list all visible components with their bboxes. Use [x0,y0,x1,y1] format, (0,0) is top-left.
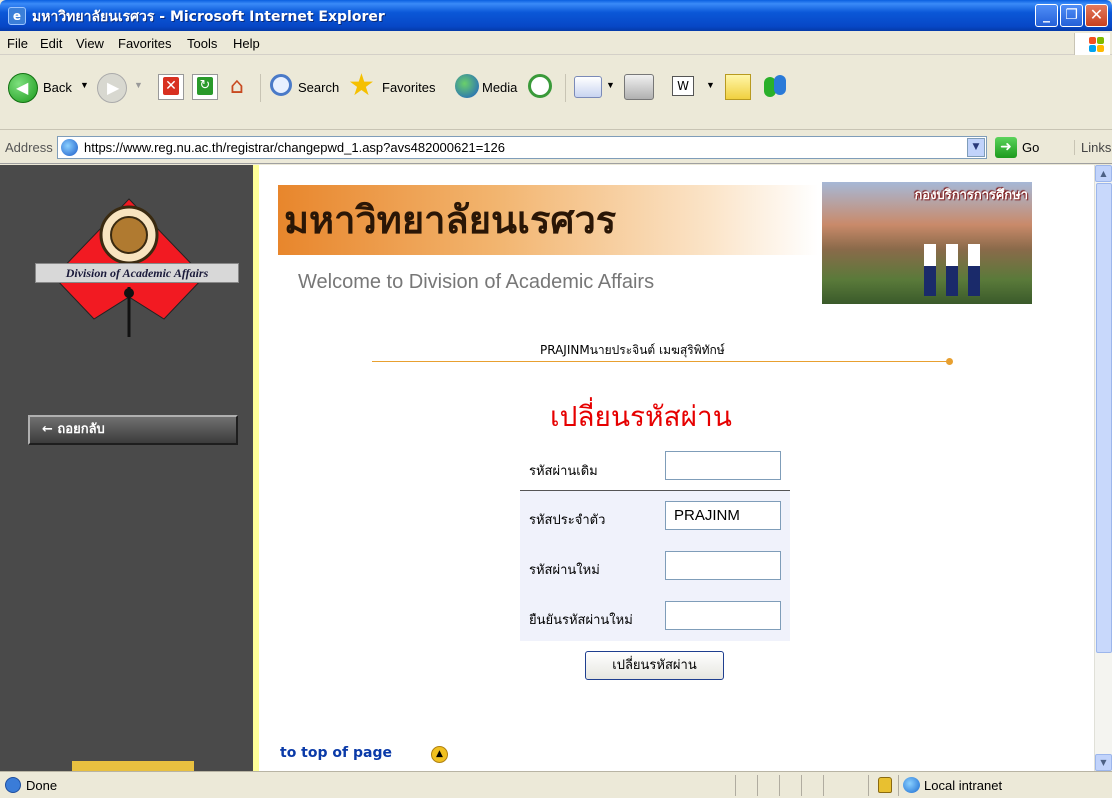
media-icon[interactable] [455,74,479,98]
lock-icon[interactable] [878,777,892,793]
status-bar: Done Local intranet [0,771,1112,798]
standard-toolbar: ◀ Back ▼ ▶ ▼ ✕ ↻ ⌂ Search ★ Favorites Me… [0,56,1112,130]
menu-view[interactable]: View [76,36,104,51]
toolbar-separator [260,74,261,102]
maximize-button[interactable]: ❐ [1060,4,1083,27]
status-separator [868,775,869,796]
favorites-star-icon[interactable]: ★ [348,68,375,103]
old-password-input[interactable] [665,451,781,480]
media-button-label[interactable]: Media [482,80,517,95]
toolbar-separator [565,74,566,102]
sidebar-border [253,165,259,771]
forward-arrow-icon[interactable]: ▶ [97,73,127,103]
page-title: เปลี่ยนรหัสผ่าน [550,400,732,433]
close-button[interactable]: ✕ [1085,4,1108,27]
divider-line [372,361,952,362]
history-icon[interactable] [528,74,552,98]
university-title: มหาวิทยาลัยนเรศวร [284,198,617,242]
up-arrow-icon[interactable]: ▲ [431,746,448,763]
back-button-label[interactable]: Back [43,80,72,95]
messenger-icon[interactable] [762,74,790,100]
edit-dropdown-icon[interactable]: ▼ [706,80,715,90]
form-row-user-id: รหัสประจำตัว [520,491,790,541]
sidebar: Division of Academic Affairs ← ถอยกลับ [0,165,253,771]
status-separator [779,775,780,796]
favorites-button-label[interactable]: Favorites [382,80,435,95]
window-title: มหาวิทยาลัยนเรศวร - Microsoft Internet E… [32,9,385,25]
back-dropdown-icon[interactable]: ▼ [80,80,89,90]
new-password-input[interactable] [665,551,781,580]
minimize-button[interactable]: _ [1035,4,1058,27]
vertical-scrollbar[interactable]: ▲ ▼ [1094,165,1112,771]
top-of-page-link[interactable]: to top of page [280,745,392,761]
edit-icon[interactable]: W [672,76,694,96]
ie-page-icon [61,139,78,156]
print-icon[interactable] [624,74,654,100]
ie-page-icon [5,777,21,793]
scroll-up-icon[interactable]: ▲ [1095,165,1112,182]
search-button-label[interactable]: Search [298,80,339,95]
page-content: Division of Academic Affairs ← ถอยกลับ ม… [0,165,1094,771]
form-row-old-password: รหัสผ่านเดิม [520,444,790,494]
browser-window: e มหาวิทยาลัยนเรศวร - Microsoft Internet… [0,0,1112,798]
confirm-password-label: ยืนยันรหัสผ่านใหม่ [529,613,633,628]
menu-edit[interactable]: Edit [40,36,62,51]
back-button[interactable]: ← ถอยกลับ [28,415,238,445]
forward-dropdown-icon[interactable]: ▼ [134,80,143,90]
discuss-icon[interactable] [725,74,751,100]
address-dropdown-icon[interactable]: ▼ [967,138,985,157]
old-password-label: รหัสผ่านเดิม [529,464,598,479]
welcome-subtitle: Welcome to Division of Academic Affairs [298,271,655,293]
division-logo: Division of Academic Affairs [34,187,244,347]
back-arrow-icon[interactable]: ◀ [8,73,38,103]
status-separator [735,775,736,796]
divider-dot [946,358,953,365]
refresh-icon[interactable]: ↻ [192,74,218,100]
menu-help[interactable]: Help [233,36,260,51]
go-arrow-icon[interactable]: ➜ [995,137,1017,158]
menu-tools[interactable]: Tools [187,36,217,51]
sidebar-banner [72,761,194,771]
change-password-form: รหัสผ่านเดิม รหัสประจำตัว รหัสผ่านใหม่ ย… [520,444,792,641]
status-separator [801,775,802,796]
menu-file[interactable]: File [7,36,28,51]
change-password-button[interactable]: เปลี่ยนรหัสผ่าน [585,651,724,680]
status-text: Done [26,778,58,793]
go-button-label[interactable]: Go [1022,140,1039,155]
scroll-down-icon[interactable]: ▼ [1095,754,1112,771]
form-row-new-password: รหัสผ่านใหม่ [520,541,790,591]
links-label[interactable]: Links [1074,140,1111,155]
header-photo: กองบริการการศึกษา [822,182,1032,304]
confirm-password-input[interactable] [665,601,781,630]
address-label: Address [5,140,53,155]
windows-logo-icon [1074,33,1110,55]
search-icon[interactable] [270,74,292,96]
address-url[interactable]: https://www.reg.nu.ac.th/registrar/chang… [84,140,505,155]
address-input[interactable]: https://www.reg.nu.ac.th/registrar/chang… [57,136,987,159]
ie-page-icon: e [8,7,26,25]
mail-dropdown-icon[interactable]: ▼ [606,80,615,90]
address-bar: Address https://www.reg.nu.ac.th/registr… [0,130,1112,164]
zone-label: Local intranet [924,778,1003,793]
status-separator [757,775,758,796]
stop-icon[interactable]: ✕ [158,74,184,100]
logo-text: Division of Academic Affairs [35,263,239,283]
user-id-input[interactable] [665,501,781,530]
scroll-thumb[interactable] [1096,183,1112,653]
user-id-label: รหัสประจำตัว [529,513,606,528]
menu-favorites[interactable]: Favorites [118,36,171,51]
menu-bar: File Edit View Favorites Tools Help [0,31,1112,55]
form-row-confirm-password: ยืนยันรหัสผ่านใหม่ [520,591,790,641]
students-figure [918,244,988,299]
status-separator [823,775,824,796]
logged-in-user: PRAJINMนายประจินต์ เมฆสุริพิทักษ์ [540,343,725,357]
photo-caption: กองบริการการศึกษา [914,188,1028,203]
intranet-zone-icon [903,777,920,793]
mail-icon[interactable] [574,76,602,98]
new-password-label: รหัสผ่านใหม่ [529,563,600,578]
home-icon[interactable]: ⌂ [228,74,256,100]
title-bar[interactable]: e มหาวิทยาลัยนเรศวร - Microsoft Internet… [0,0,1112,31]
status-separator [898,775,899,796]
